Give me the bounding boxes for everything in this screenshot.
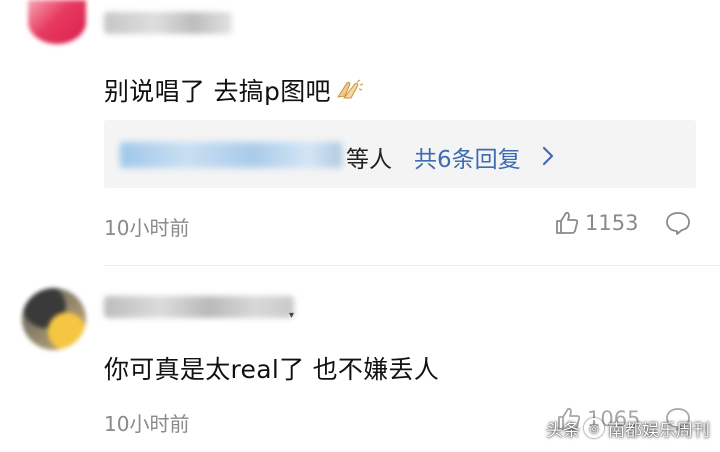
comment-item: 别说唱了 去搞p图吧 等人 共6条回复 10小时前 1153 xyxy=(0,0,720,266)
comment-time: 10小时前 xyxy=(104,412,190,436)
clapping-hands-emoji xyxy=(335,78,365,100)
reply-summary[interactable]: 等人 共6条回复 xyxy=(104,120,696,188)
verified-mark-icon: ▾ xyxy=(289,310,295,321)
reply-usernames-blurred xyxy=(120,142,342,168)
comment-bubble-icon[interactable] xyxy=(664,210,692,236)
comment-text: 你可真是太real了 也不嫌丢人 xyxy=(104,350,439,386)
comment-text-content: 你可真是太real了 也不嫌丢人 xyxy=(104,355,440,384)
like-button[interactable]: 1153 xyxy=(554,210,638,236)
comment-divider xyxy=(104,265,720,266)
watermark-account: 南都娱乐周刊 xyxy=(608,420,710,441)
reply-suffix: 等人 xyxy=(346,147,392,173)
username-blurred[interactable] xyxy=(104,296,294,318)
like-count: 1153 xyxy=(585,211,639,235)
thumbs-up-icon xyxy=(556,211,579,234)
comment-text: 别说唱了 去搞p图吧 xyxy=(104,72,365,108)
comment-text-content: 别说唱了 去搞p图吧 xyxy=(104,77,331,106)
username-blurred[interactable] xyxy=(104,12,232,34)
avatar[interactable] xyxy=(28,0,86,44)
watermark-logo-icon: ◎ xyxy=(584,418,604,438)
comment-time: 10小时前 xyxy=(104,216,190,240)
view-replies-link[interactable]: 共6条回复 xyxy=(414,140,521,174)
chevron-right-icon xyxy=(542,146,554,166)
watermark: 头条 ◎ 南都娱乐周刊 xyxy=(546,414,710,442)
watermark-label: 头条 xyxy=(546,420,580,441)
avatar[interactable] xyxy=(22,288,86,350)
